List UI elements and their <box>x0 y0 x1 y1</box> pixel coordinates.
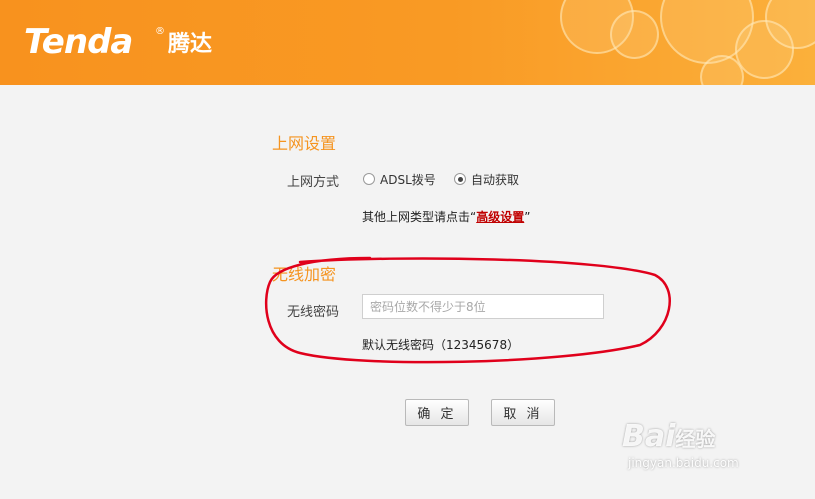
wireless-password-input[interactable] <box>362 294 604 319</box>
tenda-logo: Tenda <box>24 22 133 62</box>
default-password-hint: 默认无线密码（12345678） <box>362 338 520 352</box>
auto-radio-label[interactable]: 自动获取 <box>471 171 519 188</box>
adsl-radio-label[interactable]: ADSL拨号 <box>380 171 436 188</box>
watermark-brand: Bai <box>622 419 676 454</box>
advanced-settings-hint: 其他上网类型请点击“高级设置” <box>362 208 530 225</box>
wireless-security-title: 无线加密 <box>272 265 337 284</box>
hint-suffix: ” <box>524 210 531 224</box>
registered-mark: ® <box>155 26 165 37</box>
baidu-jingyan-watermark: Bai经验 jingyan.baidu.com <box>622 419 739 471</box>
hint-prefix: 其他上网类型请点击“ <box>362 210 477 224</box>
connection-mode-label: 上网方式 <box>287 175 340 190</box>
watermark-url: jingyan.baidu.com <box>628 456 739 470</box>
advanced-settings-link[interactable]: 高级设置 <box>476 210 524 224</box>
decor-bubble <box>610 10 659 59</box>
auto-radio[interactable] <box>454 173 466 185</box>
confirm-button[interactable]: 确 定 <box>405 399 469 426</box>
cancel-button[interactable]: 取 消 <box>491 399 555 426</box>
tenda-logo-cn: 腾达 <box>168 32 213 57</box>
watermark-brand-cn: 经验 <box>675 427 716 451</box>
internet-settings-title: 上网设置 <box>272 134 337 153</box>
adsl-radio[interactable] <box>363 173 375 185</box>
wireless-password-label: 无线密码 <box>287 305 340 320</box>
header-banner: Tenda ® 腾达 <box>0 0 815 85</box>
